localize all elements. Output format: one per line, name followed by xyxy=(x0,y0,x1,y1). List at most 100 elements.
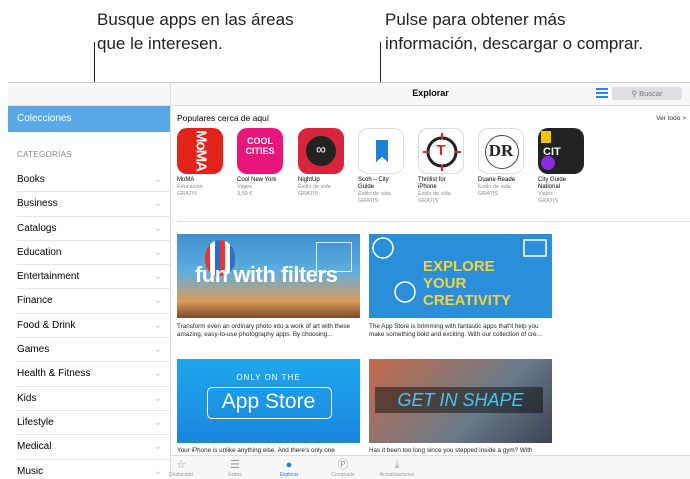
app-icon-cool-new-york[interactable]: COOL CITIES xyxy=(237,128,283,174)
sidebar-item-entertainment[interactable]: Entertainment ⌄ xyxy=(17,265,170,290)
sidebar-item-label: Health & Fitness xyxy=(17,368,91,380)
app-name-line2: National xyxy=(538,184,561,190)
sidebar-item-food-drink[interactable]: Food & Drink ⌄ xyxy=(17,314,170,339)
app-name-line2: iPhone xyxy=(418,184,437,190)
search-placeholder: Buscar xyxy=(639,89,663,98)
tab-label: Explorar xyxy=(279,472,299,478)
app-price: GRATIS xyxy=(478,191,499,197)
app-tile[interactable]: ∞ NightUp Estilo de vida GRATIS xyxy=(298,128,346,198)
tab-purchased[interactable]: Ⓟ Comprado xyxy=(323,458,363,478)
tab-label: Comprado xyxy=(331,472,355,478)
banner-headline: App Store xyxy=(221,390,316,413)
app-icon-city-guide[interactable]: CIT xyxy=(538,128,584,174)
chevron-down-icon: ⌄ xyxy=(153,319,162,331)
app-category: Viajes xyxy=(237,184,252,190)
purchased-icon: Ⓟ xyxy=(337,459,349,471)
banner-caption-line2: amazing, easy-to-use photography apps. B… xyxy=(177,331,333,338)
tab-featured[interactable]: ☆ Destacado xyxy=(161,458,201,478)
app-name-line1: Scoh – City xyxy=(358,177,389,183)
app-tile[interactable]: T Thrillist for iPhone Estilo de vida GRA… xyxy=(418,128,466,205)
app-category: Estilo de vida xyxy=(298,184,331,190)
main-content: Explorar ⚲ Buscar Populares cerca de aqu… xyxy=(169,83,690,479)
app-name: MoMA xyxy=(177,177,195,183)
sidebar-item-collections[interactable]: Colecciones xyxy=(8,106,170,132)
banner-caption-line1: The App Store is brimming with fantastic… xyxy=(369,323,539,330)
sidebar-item-label: Games xyxy=(17,344,50,356)
banner-caption-line2: make something bold and exciting. With o… xyxy=(369,331,542,338)
app-icon-text: T xyxy=(436,142,446,159)
tab-label: Destacado xyxy=(169,472,193,478)
sidebar-item-health-fitness[interactable]: Health & Fitness ⌄ xyxy=(17,362,170,387)
app-name-line1: Thrillist for xyxy=(418,177,446,183)
tab-explore[interactable]: ● Explorar xyxy=(269,458,309,478)
banner-headline: GET IN SHAPE xyxy=(397,390,524,410)
sidebar-item-business[interactable]: Business ⌄ xyxy=(17,192,170,217)
list-icon: ☰ xyxy=(230,459,240,471)
app-name: Cool New York xyxy=(237,177,277,183)
app-icon-text: ∞ xyxy=(316,141,326,157)
app-price: GRATIS xyxy=(298,191,319,197)
app-category: Estilo de vida xyxy=(358,191,391,197)
tab-updates[interactable]: ⤓ Actualizaciones xyxy=(377,458,417,478)
bookmark-icon xyxy=(376,140,388,162)
banner-only-on-app-store[interactable]: ONLY ON THE App Store xyxy=(177,359,360,443)
sidebar-item-label: Entertainment xyxy=(17,271,80,283)
app-icon-moma[interactable]: MoMA xyxy=(177,128,223,174)
app-tile[interactable]: CIT City Guide National Viajes GRATIS xyxy=(538,128,586,205)
sidebar-item-label: Kids xyxy=(17,392,37,404)
app-icon-scoh[interactable] xyxy=(358,128,404,174)
banner-fun-with-filters[interactable]: fun with filters xyxy=(177,234,360,318)
sidebar-item-books[interactable]: Books ⌄ xyxy=(17,168,170,193)
sidebar-item-label: Business xyxy=(17,198,58,210)
app-category: Educación xyxy=(177,184,203,190)
app-icon-nightup[interactable]: ∞ xyxy=(298,128,344,174)
popular-apps: MoMA MoMA Educación GRATIS COOL CITIES C… xyxy=(177,128,690,218)
app-name: Scoh – City Guide xyxy=(358,177,406,191)
chevron-down-icon: ⌄ xyxy=(153,392,162,404)
sidebar-item-label: Education xyxy=(17,246,62,258)
sidebar-item-education[interactable]: Education ⌄ xyxy=(17,241,170,266)
sidebar-item-label: Lifestyle xyxy=(17,416,54,428)
app-price: GRATIS xyxy=(418,198,439,204)
app-name: NightUp xyxy=(298,177,320,183)
app-name: City Guide National xyxy=(538,177,586,191)
callout-left-line2: que le interesen. xyxy=(97,34,223,53)
app-category: Viajes xyxy=(538,191,553,197)
banner-top-text: ONLY ON THE xyxy=(236,373,301,382)
list-icon[interactable] xyxy=(596,88,608,98)
app-icon-thrillist[interactable]: T xyxy=(418,128,464,174)
banner-headline: EXPLORE YOUR CREATIVITY xyxy=(423,258,512,309)
search-input[interactable]: ⚲ Buscar xyxy=(612,87,682,100)
sidebar-item-finance[interactable]: Finance ⌄ xyxy=(17,289,170,314)
app-icon-text: DR xyxy=(488,141,514,160)
app-tile[interactable]: MoMA MoMA Educación GRATIS xyxy=(177,128,225,198)
see-all-link[interactable]: Ver todo > xyxy=(656,115,686,122)
banner-explore-creativity[interactable]: EXPLORE YOUR CREATIVITY xyxy=(369,234,552,318)
sidebar-item-lifestyle[interactable]: Lifestyle ⌄ xyxy=(17,411,170,436)
tab-top-charts[interactable]: ☰ Éxitos xyxy=(215,458,255,478)
sidebar-item-label: Music xyxy=(17,465,44,477)
sidebar-item-music[interactable]: Music ⌄ xyxy=(17,460,170,479)
sidebar-item-medical[interactable]: Medical ⌄ xyxy=(17,435,170,460)
banner-get-in-shape[interactable]: GET IN SHAPE xyxy=(369,359,552,443)
app-price: GRATIS xyxy=(177,191,198,197)
app-tile[interactable]: DR Duane Reade Estilo de vida GRATIS xyxy=(478,128,526,198)
download-icon: ⤓ xyxy=(394,459,400,471)
app-icon-text: MoMA xyxy=(192,130,210,171)
callout-right-line1: Pulse para obtener más xyxy=(385,10,566,29)
app-name: Duane Reade xyxy=(478,177,516,183)
compass-icon: ● xyxy=(285,459,293,471)
sidebar-item-games[interactable]: Games ⌄ xyxy=(17,338,170,363)
app-tile[interactable]: Scoh – City Guide Estilo de vida GRATIS xyxy=(358,128,406,205)
app-tile[interactable]: COOL CITIES Cool New York Viajes 3,59 € xyxy=(237,128,285,198)
chevron-down-icon: ⌄ xyxy=(153,344,162,356)
banner-caption: Transform even an ordinary photo into a … xyxy=(177,323,363,339)
banner-caption: Your iPhone is unlike anything else. And… xyxy=(177,447,363,455)
sidebar-item-kids[interactable]: Kids ⌄ xyxy=(17,387,170,411)
callout-left: Busque apps en las áreas que le interese… xyxy=(97,8,294,56)
section-title: Populares cerca de aquí xyxy=(177,113,270,123)
sidebar-item-catalogs[interactable]: Catalogs ⌄ xyxy=(17,217,170,241)
chevron-down-icon: ⌄ xyxy=(153,271,162,283)
app-icon-duane-reade[interactable]: DR xyxy=(478,128,524,174)
app-category: Estilo de vida xyxy=(478,184,511,190)
